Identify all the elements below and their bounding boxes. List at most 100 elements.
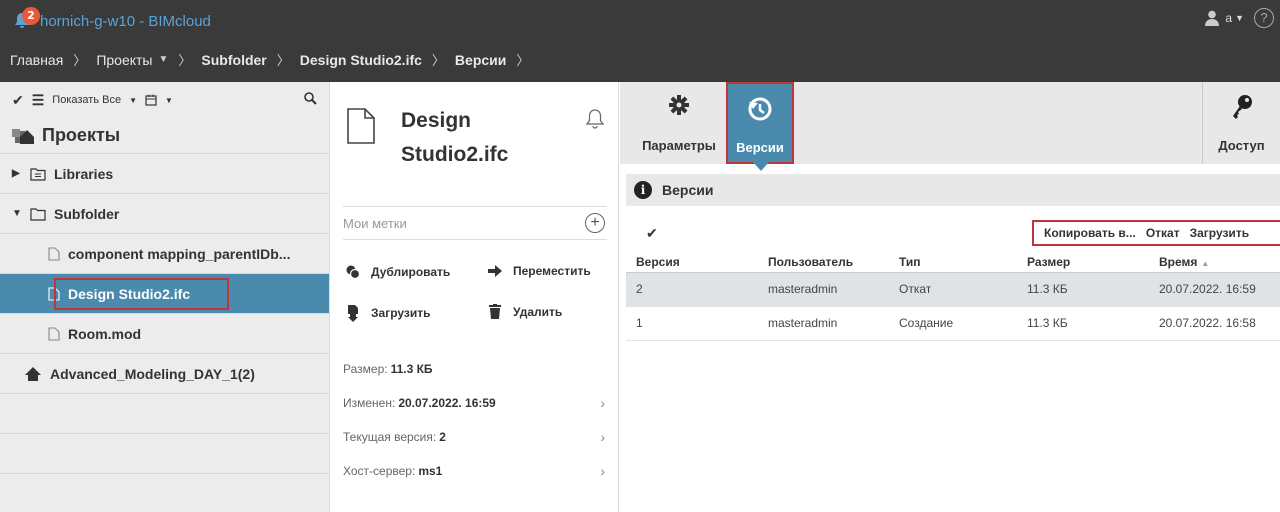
breadcrumb-separator-icon: 〉	[73, 53, 87, 68]
delete-label: Удалить	[513, 304, 563, 319]
search-icon[interactable]	[304, 92, 317, 105]
chevron-right-icon[interactable]: ›	[600, 395, 605, 411]
column-header-type[interactable]: Тип	[889, 252, 1017, 273]
download-version-button[interactable]: Загрузить	[1190, 226, 1249, 240]
tree-item-advanced-modeling[interactable]: Advanced_Modeling_DAY_1(2)	[0, 354, 329, 394]
file-title-line2: Studio2.ifc	[401, 143, 509, 166]
table-row[interactable]: 2 masteradmin Откат 11.3 КБ 20.07.2022. …	[626, 272, 1280, 307]
table-row[interactable]: 1 masteradmin Создание 11.3 КБ 20.07.202…	[626, 306, 1280, 341]
versions-table: Версия Пользователь Тип Размер Время ▲ 2 …	[626, 252, 1280, 341]
move-arrow-icon	[485, 265, 505, 277]
user-menu[interactable]: a ▼ ?	[1205, 8, 1274, 28]
breadcrumb-projects[interactable]: Проекты	[96, 52, 152, 68]
version-actions-group: Копировать в... Откат Загрузить	[1032, 220, 1280, 246]
file-title-line1: Design	[401, 109, 472, 132]
column-header-time[interactable]: Время ▲	[1149, 252, 1280, 273]
library-folder-icon	[30, 167, 46, 181]
file-title: Design Studio2.ifc	[401, 104, 571, 172]
rollback-button[interactable]: Откат	[1146, 226, 1180, 240]
column-header-user[interactable]: Пользователь	[758, 252, 889, 273]
cell-user: masteradmin	[758, 306, 889, 341]
tab-access[interactable]: Доступ	[1202, 82, 1280, 164]
tags-field[interactable]: Мои метки +	[343, 206, 607, 240]
app-title[interactable]: hornich-g-w10 - BIMcloud	[40, 13, 211, 30]
move-button[interactable]: Переместить	[485, 264, 591, 278]
projects-title: Проекты	[0, 118, 329, 154]
breadcrumb-home[interactable]: Главная	[10, 52, 63, 68]
cell-type: Создание	[889, 306, 1017, 341]
duplicate-button[interactable]: Дублировать	[343, 264, 450, 280]
details-panel: Design Studio2.ifc Мои метки + Дублирова…	[331, 82, 619, 512]
tree-item-label: Libraries	[54, 165, 114, 182]
tree-toolbar: ✔ ☰ Показать Все ▼ ▼	[0, 82, 329, 118]
breadcrumb-file[interactable]: Design Studio2.ifc	[300, 52, 422, 68]
column-header-time-label: Время	[1159, 254, 1198, 269]
cell-user: masteradmin	[758, 272, 889, 307]
subscribe-bell-icon[interactable]	[586, 108, 604, 130]
prop-size-label: Размер:	[343, 362, 388, 376]
versions-section-header: i Версии	[626, 174, 1280, 206]
breadcrumb-separator-icon: 〉	[178, 53, 192, 68]
tab-versions-label: Версии	[736, 140, 784, 155]
calendar-icon[interactable]	[145, 94, 157, 106]
prop-host-server[interactable]: Хост-сервер: ms1 ›	[343, 454, 605, 488]
tree-item-subfolder[interactable]: ▼ Subfolder	[0, 194, 329, 234]
tree-item-room-mod[interactable]: Room.mod	[0, 314, 329, 354]
tab-versions[interactable]: Версии	[726, 82, 794, 171]
user-icon	[1205, 10, 1220, 26]
tree-item-libraries[interactable]: ▶ Libraries	[0, 154, 329, 194]
breadcrumb: Главная 〉 Проекты ▼ 〉 Subfolder 〉 Design…	[10, 50, 539, 69]
panel-tabs: Параметры Версии Доступ	[620, 82, 1280, 171]
show-all-filter[interactable]: Показать Все	[52, 94, 121, 106]
breadcrumb-separator-icon: 〉	[431, 53, 445, 68]
prop-version-label: Текущая версия:	[343, 430, 437, 444]
tab-parameters[interactable]: Параметры	[630, 82, 728, 164]
chevron-right-icon[interactable]: ›	[600, 429, 605, 445]
copy-to-button[interactable]: Копировать в...	[1044, 226, 1136, 240]
cell-size: 11.3 КБ	[1017, 306, 1149, 341]
file-icon	[48, 326, 60, 341]
prop-current-version[interactable]: Текущая версия: 2 ›	[343, 420, 605, 454]
collapse-arrow-icon[interactable]: ▼	[12, 208, 26, 219]
add-tag-plus-icon[interactable]: +	[585, 213, 605, 233]
notification-count-badge: 2	[22, 7, 40, 25]
tree-item-label: Room.mod	[68, 325, 142, 342]
delete-button[interactable]: Удалить	[485, 304, 562, 319]
help-icon[interactable]: ?	[1254, 8, 1274, 28]
breadcrumb-folder[interactable]: Subfolder	[201, 52, 266, 68]
list-view-icon[interactable]: ☰	[32, 92, 45, 109]
column-header-size[interactable]: Размер	[1017, 252, 1149, 273]
prop-size: Размер: 11.3 КБ	[343, 352, 605, 386]
select-check-icon[interactable]: ✔	[12, 92, 24, 109]
chevron-down-icon[interactable]: ▼	[165, 96, 173, 105]
column-header-version[interactable]: Версия	[626, 252, 758, 273]
file-properties: Размер: 11.3 КБ Изменен: 20.07.2022. 16:…	[343, 352, 605, 488]
tab-parameters-label: Параметры	[642, 138, 716, 153]
projects-title-text: Проекты	[42, 125, 121, 145]
cell-type: Откат	[889, 272, 1017, 307]
info-icon: i	[634, 181, 652, 199]
breadcrumb-versions[interactable]: Версии	[455, 52, 506, 68]
chevron-right-icon[interactable]: ›	[600, 463, 605, 479]
key-icon	[1231, 94, 1253, 120]
projects-panel: ✔ ☰ Показать Все ▼ ▼ Проекты ▶ Libraries…	[0, 82, 330, 512]
select-check-icon[interactable]: ✔	[646, 225, 658, 242]
prop-host-value: ms1	[418, 464, 443, 478]
tree-item-design-studio2[interactable]: Design Studio2.ifc	[0, 274, 329, 314]
download-button[interactable]: Загрузить	[343, 304, 430, 322]
expand-arrow-icon[interactable]: ▶	[12, 168, 26, 179]
sort-ascending-icon[interactable]: ▲	[1201, 259, 1209, 268]
chevron-down-icon[interactable]: ▼	[129, 96, 137, 105]
gear-icon	[668, 94, 690, 120]
cell-version: 1	[626, 306, 758, 341]
notifications-bell-icon[interactable]: 2	[10, 7, 40, 33]
prop-modified[interactable]: Изменен: 20.07.2022. 16:59 ›	[343, 386, 605, 420]
trash-icon	[485, 304, 505, 319]
chevron-down-icon[interactable]: ▼	[159, 54, 169, 65]
tree-item-component-mapping[interactable]: component mapping_parentIDb...	[0, 234, 329, 274]
cell-version: 2	[626, 272, 758, 307]
duplicate-label: Дублировать	[371, 265, 451, 279]
projects-root-icon	[12, 128, 34, 144]
versions-toolbar: ✔ Копировать в... Откат Загрузить	[626, 218, 1280, 248]
breadcrumb-separator-icon: 〉	[276, 53, 290, 68]
